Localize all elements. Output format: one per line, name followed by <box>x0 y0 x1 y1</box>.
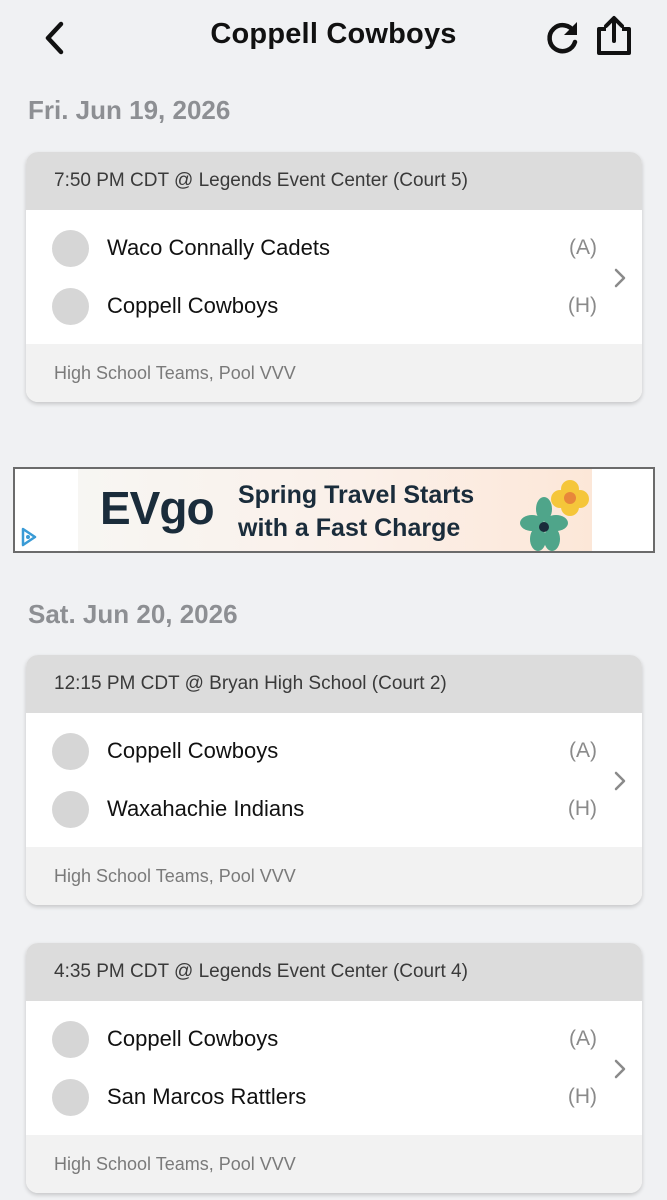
home-away-label: (A) <box>569 1027 597 1050</box>
game-teams: Coppell Cowboys (A) Waxahachie Indians (… <box>26 713 642 847</box>
team-row: Waxahachie Indians (H) <box>26 780 642 838</box>
team-name: Waxahachie Indians <box>107 796 305 821</box>
team-logo <box>52 790 89 828</box>
team-name: Coppell Cowboys <box>107 738 279 763</box>
home-away-label: (H) <box>567 797 597 820</box>
team-logo <box>52 1020 89 1058</box>
game-card[interactable]: 4:35 PM CDT @ Legends Event Center (Cour… <box>26 943 642 1193</box>
header-bar: Coppell Cowboys <box>0 0 667 78</box>
team-row: Coppell Cowboys (H) <box>26 277 642 335</box>
game-division: High School Teams, Pool VVV <box>26 344 642 402</box>
team-name: San Marcos Rattlers <box>107 1084 307 1109</box>
team-row: Coppell Cowboys (A) <box>26 1010 642 1068</box>
team-row: Waco Connally Cadets (A) <box>26 219 642 277</box>
team-logo <box>52 287 89 325</box>
ad-headline: Spring Travel Starts with a Fast Charge <box>238 481 475 542</box>
team-logo <box>52 229 89 267</box>
game-division: High School Teams, Pool VVV <box>26 1135 642 1193</box>
ad-brand-logo: EVgo <box>100 482 215 534</box>
date-heading: Fri. Jun 19, 2026 <box>28 95 231 125</box>
team-name: Waco Connally Cadets <box>107 235 330 260</box>
chevron-right-icon <box>612 1057 628 1081</box>
game-time-location: 4:35 PM CDT @ Legends Event Center (Cour… <box>26 943 642 1001</box>
team-logo <box>52 1078 89 1116</box>
flower-illustration <box>520 480 589 551</box>
home-away-label: (H) <box>567 294 597 317</box>
ad-creative[interactable]: EVgo Spring Travel Starts with a Fast Ch… <box>78 469 592 551</box>
ad-banner[interactable]: EVgo Spring Travel Starts with a Fast Ch… <box>13 467 655 553</box>
game-teams: Waco Connally Cadets (A) Coppell Cowboys… <box>26 210 642 344</box>
team-name: Coppell Cowboys <box>107 1026 279 1051</box>
game-time-location: 7:50 PM CDT @ Legends Event Center (Cour… <box>26 152 642 210</box>
home-away-label: (A) <box>569 236 597 259</box>
share-icon <box>597 16 631 55</box>
chevron-right-icon <box>612 769 628 793</box>
home-away-label: (A) <box>569 739 597 762</box>
game-card[interactable]: 12:15 PM CDT @ Bryan High School (Court … <box>26 655 642 905</box>
game-teams: Coppell Cowboys (A) San Marcos Rattlers … <box>26 1001 642 1135</box>
team-name: Coppell Cowboys <box>107 293 279 318</box>
game-time-location: 12:15 PM CDT @ Bryan High School (Court … <box>26 655 642 713</box>
chevron-right-icon <box>612 266 628 290</box>
share-button[interactable] <box>592 14 636 58</box>
game-card[interactable]: 7:50 PM CDT @ Legends Event Center (Cour… <box>26 152 642 402</box>
refresh-button[interactable] <box>541 16 583 58</box>
game-division: High School Teams, Pool VVV <box>26 847 642 905</box>
date-heading: Sat. Jun 20, 2026 <box>28 599 238 629</box>
home-away-label: (H) <box>567 1085 597 1108</box>
team-row: San Marcos Rattlers (H) <box>26 1068 642 1126</box>
team-logo <box>52 732 89 770</box>
team-row: Coppell Cowboys (A) <box>26 722 642 780</box>
refresh-icon <box>547 22 578 54</box>
adchoices-icon <box>21 527 37 547</box>
adchoices-button[interactable] <box>17 525 41 549</box>
